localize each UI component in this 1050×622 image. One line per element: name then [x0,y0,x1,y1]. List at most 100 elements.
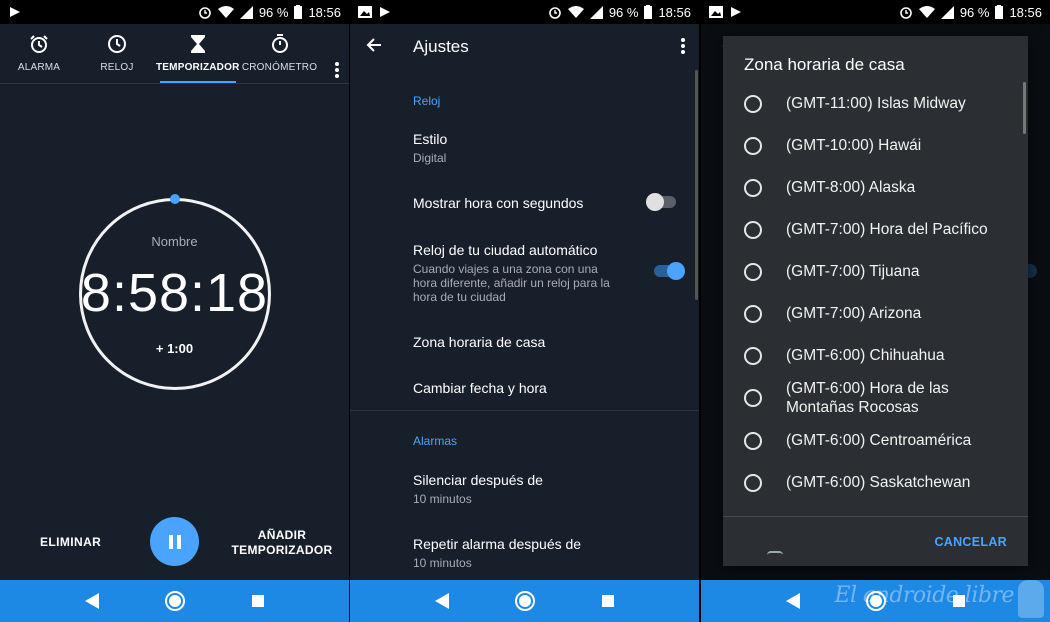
timer-progress-dot [170,194,180,204]
tab-label: ALARMA [17,62,61,73]
add-one-minute-button[interactable]: + 1:00 [0,341,349,356]
tab-temporizador[interactable]: TEMPORIZADOR [156,24,240,83]
auto-home-clock-toggle[interactable] [654,262,685,280]
timer-time-display: 8:58:18 [80,263,269,323]
wifi-icon [918,6,935,18]
radio-button[interactable] [744,431,762,450]
add-timer-button[interactable]: AÑADIR TEMPORIZADOR [228,528,336,558]
tab-cronometro[interactable]: CRONÓMETRO [240,24,320,83]
clock-time: 18:56 [658,4,691,20]
timezone-option[interactable]: (GMT-6:00) Centroamérica [744,431,1012,450]
tab-reloj[interactable]: RELOJ [78,24,156,83]
setting-show-seconds[interactable]: Mostrar hora con segundos [413,195,679,211]
timezone-option[interactable]: (GMT-6:00) Chihuahua [744,346,1012,365]
radio-button[interactable] [744,262,762,281]
section-divider [350,410,699,411]
back-arrow-icon[interactable] [366,37,382,58]
dialog-divider [723,516,1028,517]
timezone-option-label: (GMT-7:00) Hora del Pacífico [786,221,988,238]
timezone-option[interactable]: (GMT-10:00) Hawái [744,136,1012,155]
battery-icon [995,5,1004,19]
stopwatch-icon [271,34,288,53]
radio-button[interactable] [744,220,762,239]
radio-button[interactable] [744,136,762,155]
home-nav-icon[interactable] [510,586,540,616]
settings-screen: 96 % 18:56 Ajustes Reloj Estilo Digital … [350,0,699,622]
timezone-option[interactable]: (GMT-8:00) Alaska [744,178,1012,197]
app-bar: Ajustes [350,24,699,68]
radio-button[interactable] [744,346,762,365]
setting-estilo[interactable]: Estilo Digital [413,131,679,165]
watermark-logo-icon [1018,580,1044,618]
hourglass-icon [190,35,205,53]
timezone-option-label: (GMT-8:00) Alaska [786,179,916,196]
timezone-option[interactable]: (GMT-7:00) Hora del Pacífico [744,220,1012,239]
alarm-status-icon [199,7,211,19]
setting-home-timezone[interactable]: Zona horaria de casa [413,334,679,350]
notification-icon [10,7,20,17]
scrollbar[interactable] [695,70,698,300]
signal-icon [589,5,603,19]
setting-auto-home-clock[interactable]: Reloj de tu ciudad automático Cuando via… [413,242,621,304]
section-header-alarmas: Alarmas [413,434,458,448]
timezone-option[interactable]: (GMT-11:00) Islas Midway [744,94,1012,113]
section-header-reloj: Reloj [413,94,441,108]
radio-button[interactable] [744,304,762,323]
recents-nav-icon[interactable] [243,586,273,616]
radio-button[interactable] [744,178,762,197]
timezone-option[interactable]: (GMT-7:00) Tijuana [744,262,1012,281]
delete-button[interactable]: ELIMINAR [40,535,101,549]
tab-alarma[interactable]: ALARMA [0,24,78,83]
timezone-option-label: (GMT-6:00) Centroamérica [786,432,972,449]
radio-button[interactable] [744,473,762,492]
recents-nav-icon[interactable] [944,586,974,616]
status-bar: 96 % 18:56 [350,0,699,24]
setting-title: Reloj de tu ciudad automático [413,242,598,258]
timezone-option[interactable]: (GMT-6:00) Saskatchewan [744,473,1012,492]
nav-bar [350,580,699,622]
back-nav-icon[interactable] [778,586,808,616]
battery-percent: 96 % [258,4,289,20]
more-options-icon[interactable] [335,62,339,83]
nav-bar [701,580,1050,622]
pause-icon [168,534,181,549]
timezone-option-label: (GMT-7:00) Tijuana [786,263,920,280]
setting-subtitle: 10 minutos [413,492,472,506]
home-nav-icon[interactable] [861,586,891,616]
radio-button[interactable] [744,389,762,407]
setting-title: Estilo [413,131,448,147]
status-bar: 96 % 18:56 [0,0,349,24]
image-notification-icon [358,6,372,18]
home-nav-icon[interactable] [160,586,190,616]
radio-button[interactable] [744,94,762,113]
setting-subtitle: Digital [413,151,447,165]
setting-change-date-time[interactable]: Cambiar fecha y hora [413,380,679,396]
pause-button[interactable] [150,517,199,566]
battery-percent: 96 % [608,4,639,20]
back-nav-icon[interactable] [77,586,107,616]
timezone-option-label: (GMT-10:00) Hawái [786,137,922,154]
show-seconds-toggle[interactable] [646,193,676,211]
timezone-dialog-screen: 96 % 18:56 Zona horaria de casa (GMT-11:… [701,0,1050,622]
clock-time: 18:56 [308,4,341,20]
setting-subtitle: Cuando viajes a una zona con una hora di… [413,262,610,304]
timezone-option-label: (GMT-6:00) Hora de las Montañas Rocosas [786,380,949,416]
wifi-icon [217,6,234,18]
dialog-scrollbar[interactable] [1023,82,1026,134]
clock-time: 18:56 [1009,4,1042,20]
tab-label: RELOJ [100,62,134,73]
setting-snooze-length[interactable]: Repetir alarma después de 10 minutos [413,536,679,570]
more-options-icon[interactable] [681,38,685,59]
back-nav-icon[interactable] [427,586,457,616]
timezone-option[interactable]: (GMT-7:00) Arizona [744,304,1012,323]
setting-title: Mostrar hora con segundos [413,195,584,211]
recents-nav-icon[interactable] [593,586,623,616]
clock-icon [108,35,126,53]
battery-icon [294,5,303,19]
page-title: Ajustes [413,37,469,56]
dialog-title: Zona horaria de casa [744,55,905,74]
cancel-button[interactable]: CANCELAR [934,535,1007,549]
timezone-option[interactable]: (GMT-6:00) Hora de las Montañas Rocosas [744,379,988,417]
setting-silence-after[interactable]: Silenciar después de 10 minutos [413,472,679,506]
timer-name-label[interactable]: Nombre [0,234,349,249]
